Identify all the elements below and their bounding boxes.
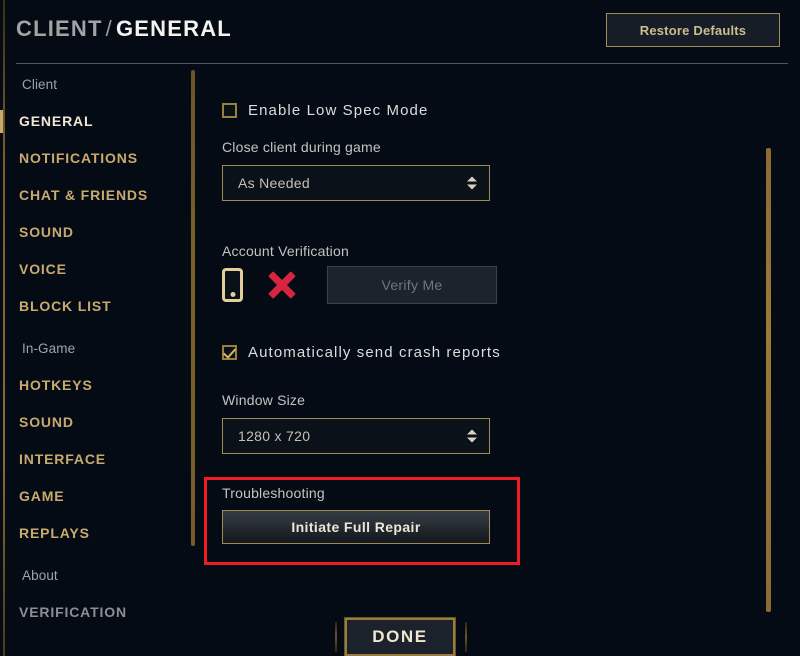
- initiate-full-repair-button[interactable]: Initiate Full Repair: [222, 510, 490, 544]
- sidebar-item-notifications[interactable]: NOTIFICATIONS: [8, 145, 188, 172]
- restore-defaults-button[interactable]: Restore Defaults: [606, 13, 780, 47]
- sidebar-group-label-about: About: [22, 568, 58, 583]
- sidebar-item-hotkeys[interactable]: HOTKEYS: [8, 372, 188, 399]
- sidebar-item-chat-and-friends[interactable]: CHAT & FRIENDS: [8, 182, 188, 209]
- sidebar-item-block-list[interactable]: BLOCK LIST: [8, 293, 188, 320]
- mobile-phone-icon: [222, 268, 243, 302]
- low-spec-mode-row[interactable]: Enable Low Spec Mode: [222, 102, 428, 119]
- sidebar-item-game[interactable]: GAME: [8, 483, 188, 510]
- window-size-select[interactable]: 1280 x 720: [222, 418, 490, 454]
- settings-sidebar: Client GENERAL NOTIFICATIONS CHAT & FRIE…: [0, 72, 188, 632]
- footer-ornament-right: [465, 622, 467, 652]
- breadcrumb-current: GENERAL: [115, 16, 232, 41]
- close-client-select[interactable]: As Needed: [222, 165, 490, 201]
- chevron-down-icon: [467, 184, 477, 190]
- header-divider: [16, 63, 788, 64]
- sidebar-item-sound-client[interactable]: SOUND: [8, 219, 188, 246]
- sidebar-item-sound-ingame[interactable]: SOUND: [8, 409, 188, 436]
- window-size-label: Window Size: [222, 392, 306, 408]
- footer-ornament-left: [335, 622, 337, 652]
- breadcrumb: CLIENT / GENERAL: [16, 16, 232, 42]
- breadcrumb-parent: CLIENT: [16, 16, 103, 41]
- sidebar-item-voice[interactable]: VOICE: [8, 256, 188, 283]
- account-verification-label: Account Verification: [222, 243, 349, 259]
- crash-reports-label: Automatically send crash reports: [248, 344, 501, 361]
- low-spec-mode-checkbox[interactable]: [222, 103, 237, 118]
- chevron-down-icon: [467, 437, 477, 443]
- sidebar-group-label-client: Client: [22, 77, 58, 92]
- footer-bar: DONE: [0, 617, 800, 656]
- crash-reports-checkbox[interactable]: [222, 345, 237, 360]
- sidebar-item-interface[interactable]: INTERFACE: [8, 446, 188, 473]
- header-bar: CLIENT / GENERAL Restore Defaults: [0, 0, 800, 63]
- settings-window: CLIENT / GENERAL Restore Defaults Client G…: [0, 0, 800, 656]
- window-size-selected-value: 1280 x 720: [238, 428, 311, 444]
- close-client-selected-value: As Needed: [238, 175, 310, 191]
- sidebar-item-replays[interactable]: REPLAYS: [8, 520, 188, 547]
- chevron-up-icon: [467, 429, 477, 435]
- settings-content-panel: Enable Low Spec Mode Close client during…: [208, 72, 760, 617]
- verify-me-button[interactable]: Verify Me: [327, 266, 497, 304]
- content-scrollbar[interactable]: [766, 148, 771, 612]
- account-verification-row: Verify Me: [222, 266, 497, 304]
- chevron-updown-icon[interactable]: [467, 176, 477, 190]
- chevron-up-icon: [467, 176, 477, 182]
- troubleshooting-label: Troubleshooting: [222, 485, 325, 501]
- sidebar-group-label-in-game: In-Game: [22, 341, 76, 356]
- done-button[interactable]: DONE: [344, 617, 456, 656]
- low-spec-mode-label: Enable Low Spec Mode: [248, 102, 429, 119]
- red-x-icon: [267, 270, 297, 300]
- breadcrumb-separator: /: [105, 16, 113, 41]
- chevron-updown-icon-window-size[interactable]: [467, 429, 477, 443]
- sidebar-scrollbar[interactable]: [191, 70, 195, 546]
- sidebar-item-general[interactable]: GENERAL: [0, 108, 188, 135]
- window-left-edge-accent: [3, 0, 5, 656]
- crash-reports-row[interactable]: Automatically send crash reports: [222, 344, 501, 361]
- close-client-label: Close client during game: [222, 139, 381, 155]
